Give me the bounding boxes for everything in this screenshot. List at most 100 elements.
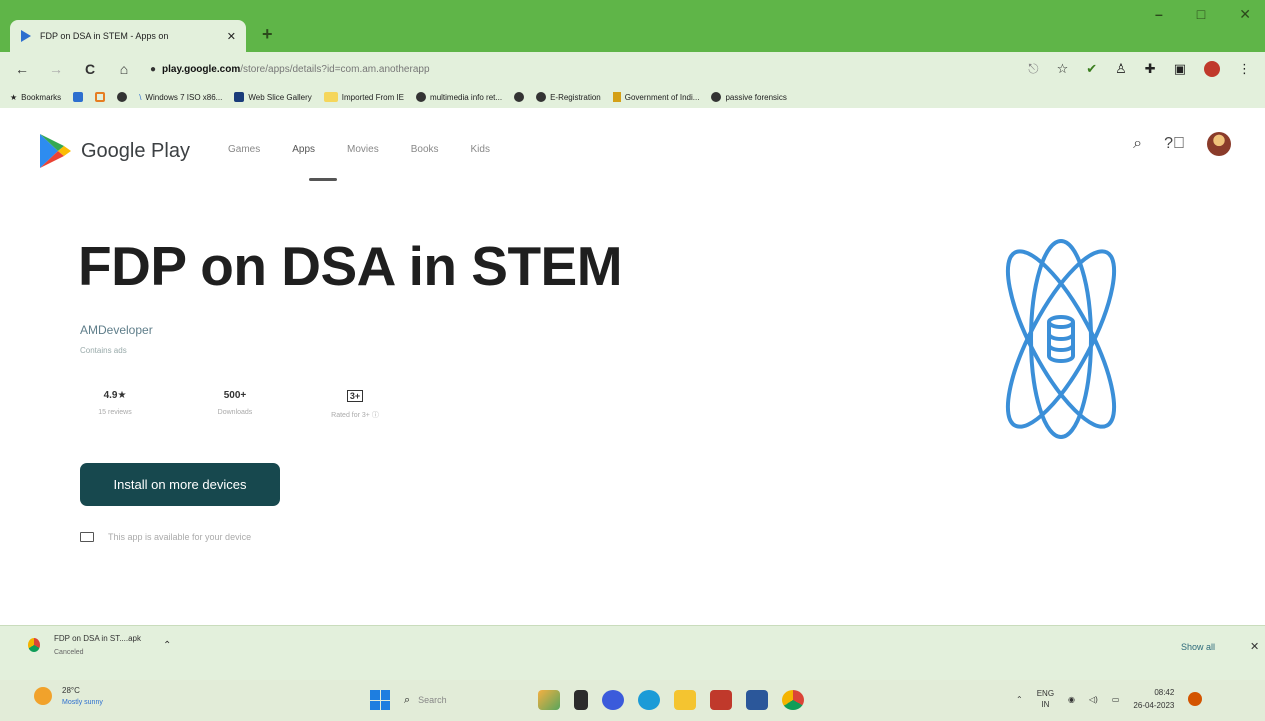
github-icon — [536, 92, 547, 102]
file-explorer-icon[interactable] — [574, 690, 588, 710]
bookmark-item[interactable]: multimedia info ret... — [416, 92, 502, 102]
download-shelf: FDP on DSA in ST....apk Canceled ⌃ Show … — [0, 625, 1265, 680]
battery-icon[interactable]: ▭ — [1112, 695, 1120, 704]
star-icon: ★ — [10, 92, 18, 102]
taskbar: 28°C Mostly sunny ⌕ Search ⌃ ENG IN ◉ ◁)… — [0, 680, 1265, 721]
github-icon — [117, 92, 128, 102]
app-atom-database-icon — [1005, 239, 1117, 439]
shelf-close-icon[interactable]: ✕ — [1250, 640, 1259, 653]
rating-label: 15 reviews — [98, 409, 132, 416]
address-bar[interactable]: ● play.google.com /store/apps/details?id… — [150, 58, 1010, 80]
forward-button[interactable]: → — [48, 61, 64, 77]
search-icon[interactable]: ⌕ — [1133, 135, 1142, 153]
minimize-button[interactable]: – — [1155, 6, 1163, 23]
address-path: /store/apps/details?id=com.am.anotherapp — [240, 63, 430, 75]
bookmark-item[interactable]: Web Slice Gallery — [234, 92, 312, 102]
weather-widget[interactable]: 28°C Mostly sunny — [34, 686, 103, 706]
bookmark-star-icon[interactable]: ☆ — [1057, 61, 1069, 77]
rating-stat: 4.9★ 15 reviews — [80, 390, 150, 420]
tab-games[interactable]: Games — [228, 144, 260, 155]
download-item[interactable]: FDP on DSA in ST....apk Canceled ⌃ — [28, 634, 171, 656]
bookmark-item[interactable]: \ Windows 7 ISO x86... — [139, 93, 222, 102]
content-rating-value: 3+ — [346, 390, 364, 402]
gmail-icon — [73, 92, 84, 102]
bookmark-item[interactable] — [95, 92, 106, 102]
tab-kids[interactable]: Kids — [471, 144, 490, 155]
toolbar-icons: ⎋ ☆ ✔ ♙ ✚ ▣ ⋮ — [1028, 61, 1251, 77]
download-status: Canceled — [54, 649, 84, 656]
availability-note: This app is available for your device — [80, 532, 251, 542]
bookmark-icon: \ — [139, 92, 142, 102]
tray-chevron-icon[interactable]: ⌃ — [1016, 695, 1023, 704]
clock[interactable]: 08:42 26-04-2023 — [1133, 688, 1174, 710]
bookmark-item[interactable]: Government of Indi... — [612, 92, 699, 102]
bookmark-item[interactable]: ★ Bookmarks — [10, 93, 61, 102]
edge-browser-icon[interactable] — [638, 690, 660, 710]
clock-date: 26-04-2023 — [1133, 701, 1175, 710]
new-tab-button[interactable]: + — [262, 24, 273, 45]
bookmark-item[interactable] — [514, 92, 525, 102]
emblem-icon — [612, 92, 621, 102]
chevron-up-icon[interactable]: ⌃ — [163, 640, 171, 651]
show-all-button[interactable]: Show all — [1181, 642, 1215, 652]
user-avatar[interactable] — [1207, 132, 1231, 156]
install-button[interactable]: Install on more devices — [80, 463, 280, 506]
github-icon — [711, 92, 722, 102]
folder-icon — [323, 92, 338, 102]
browser-titlebar: FDP on DSA in STEM - Apps on ✕ + – □ ✕ — [0, 0, 1265, 52]
bookmarks-bar: ★ Bookmarks \ Windows 7 ISO x86... Web Sli… — [0, 86, 1265, 108]
google-play-logo-icon[interactable] — [38, 132, 72, 170]
taskbar-search[interactable]: ⌕ Search — [404, 688, 524, 712]
search-icon: ⌕ — [404, 693, 411, 706]
back-button[interactable]: ← — [14, 61, 30, 77]
word-app-icon[interactable] — [746, 690, 768, 710]
play-nav-tabs: Games Apps Movies Books Kids — [228, 144, 490, 155]
side-panel-icon[interactable]: ▣ — [1174, 61, 1186, 77]
volume-icon[interactable]: ◁) — [1089, 695, 1098, 704]
taskbar-apps: ⌕ Search — [370, 688, 804, 712]
start-button[interactable] — [370, 690, 390, 710]
bookmark-item[interactable]: passive forensics — [711, 92, 787, 102]
folder-app-icon[interactable] — [674, 690, 696, 710]
play-header: Google Play Games Apps Movies Books Kids… — [0, 118, 1265, 188]
content-rating-label[interactable]: Rated for 3+ ⓘ — [331, 410, 379, 420]
extension-person-icon[interactable]: ♙ — [1115, 61, 1127, 77]
developer-link[interactable]: AMDeveloper — [80, 323, 153, 337]
tab-apps[interactable]: Apps — [292, 144, 315, 155]
downloads-label: Downloads — [217, 409, 253, 416]
reload-button[interactable]: C — [82, 61, 98, 77]
home-button[interactable]: ⌂ — [116, 61, 132, 77]
wifi-icon[interactable]: ◉ — [1068, 695, 1075, 704]
menu-dots-icon[interactable]: ⋮ — [1238, 61, 1251, 77]
share-icon[interactable]: ⎋ — [1028, 61, 1038, 77]
language-indicator[interactable]: ENG IN — [1037, 689, 1054, 709]
pdf-app-icon[interactable] — [710, 690, 732, 710]
bookmark-item[interactable] — [73, 92, 84, 102]
maximize-button[interactable]: □ — [1197, 6, 1205, 23]
profile-avatar[interactable] — [1204, 61, 1220, 77]
widgets-app-icon[interactable] — [538, 690, 560, 710]
notification-icon[interactable] — [1188, 692, 1203, 706]
bookmark-item[interactable] — [117, 92, 128, 102]
window-close-button[interactable]: ✕ — [1239, 6, 1251, 23]
weather-condition: Mostly sunny — [62, 699, 103, 706]
play-header-icons: ⌕ ?⃝ — [1133, 132, 1231, 156]
browser-toolbar: ← → C ⌂ ● play.google.com /store/apps/de… — [0, 52, 1265, 86]
tab-movies[interactable]: Movies — [347, 144, 379, 155]
downloads-value: 500+ — [223, 390, 247, 401]
extensions-puzzle-icon[interactable]: ✚ — [1145, 61, 1156, 77]
tab-title: FDP on DSA in STEM - Apps on — [40, 31, 169, 41]
tab-close-icon[interactable]: ✕ — [227, 30, 236, 43]
extension-check-icon[interactable]: ✔ — [1086, 61, 1097, 77]
google-play-brand[interactable]: Google Play — [81, 140, 190, 163]
screen: FDP on DSA in STEM - Apps on ✕ + – □ ✕ ←… — [0, 0, 1265, 721]
bookmark-item[interactable]: E-Registration — [536, 92, 601, 102]
tab-books[interactable]: Books — [411, 144, 439, 155]
download-file-name: FDP on DSA in ST....apk — [54, 634, 142, 643]
bookmark-item[interactable]: Imported From IE — [323, 92, 404, 102]
browser-tab[interactable]: FDP on DSA in STEM - Apps on ✕ — [10, 20, 246, 52]
chat-app-icon[interactable] — [602, 690, 624, 710]
chrome-app-icon[interactable] — [782, 690, 804, 710]
help-icon[interactable]: ?⃝ — [1164, 135, 1185, 153]
system-tray: ⌃ ENG IN ◉ ◁) ▭ 08:42 26-04-2023 — [1016, 688, 1203, 710]
